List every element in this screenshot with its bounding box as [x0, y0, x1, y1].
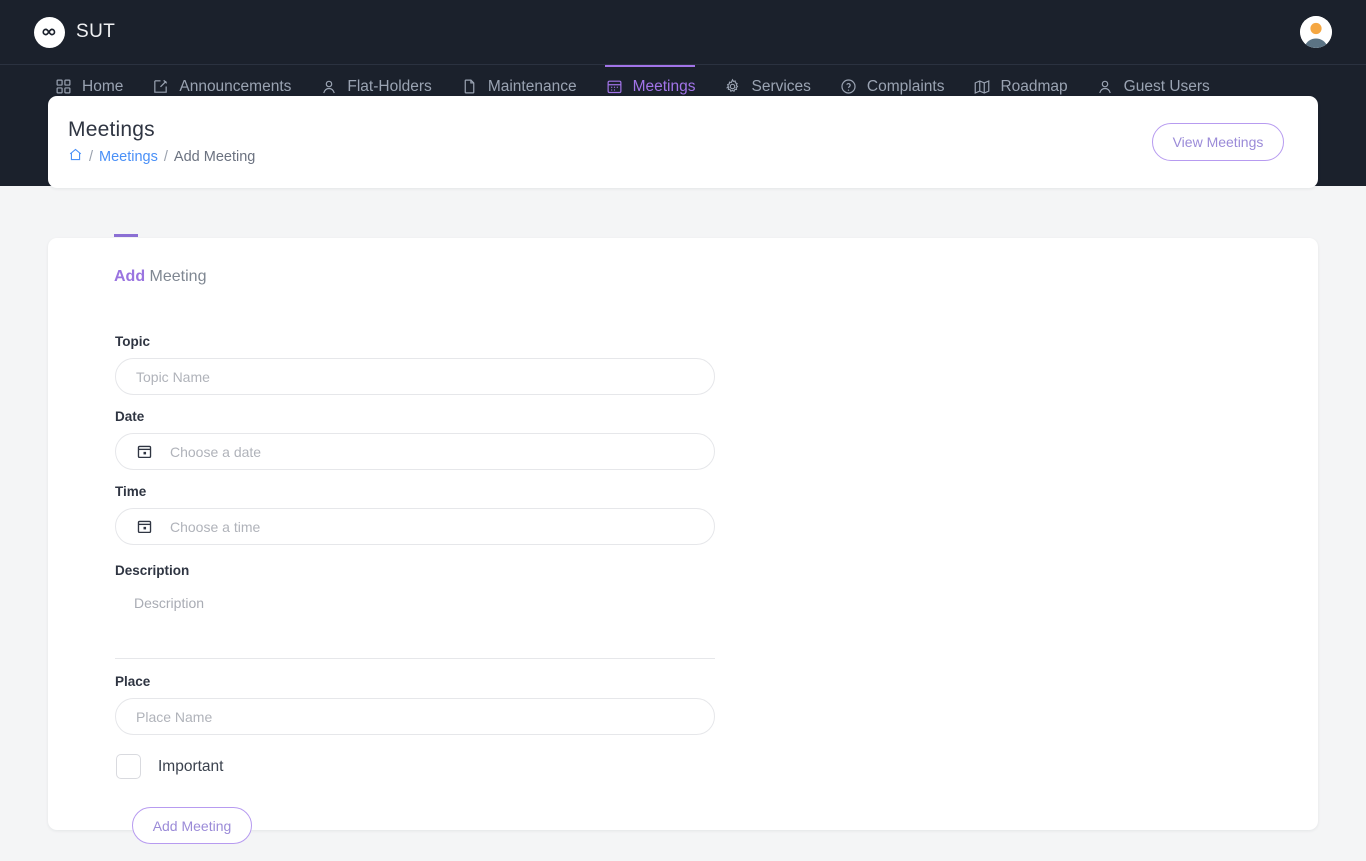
document-icon: [460, 77, 479, 96]
description-label: Description: [115, 563, 190, 578]
add-meeting-submit-button[interactable]: Add Meeting: [132, 807, 252, 844]
view-meetings-button[interactable]: View Meetings: [1152, 123, 1284, 161]
page-header-card: Meetings / Meetings / Add Meeting View M…: [48, 96, 1318, 188]
breadcrumb-separator-1: /: [89, 148, 94, 165]
nav-item-label: Roadmap: [1000, 77, 1068, 95]
field-group-date: Date: [115, 409, 715, 470]
add-meeting-card: Add Meeting Topic Date: [48, 234, 1318, 844]
breadcrumb-current: Add Meeting: [173, 148, 256, 165]
add-meeting-form: Topic Date Time: [115, 334, 715, 844]
map-icon: [972, 77, 991, 96]
field-group-time: Time: [115, 484, 715, 545]
page-title: Meetings: [68, 118, 155, 141]
nav-item-label: Maintenance: [487, 77, 577, 95]
brand-name: SUT: [76, 21, 116, 42]
description-textarea[interactable]: [115, 587, 715, 659]
form-heading-accent: Add: [114, 268, 146, 285]
nav-item-label: Home: [82, 77, 124, 95]
form-heading: Add Meeting: [114, 268, 1298, 286]
home-icon[interactable]: [68, 147, 83, 166]
topic-label: Topic: [115, 334, 150, 349]
accent-line: [114, 234, 138, 237]
edit-square-icon: [151, 77, 170, 96]
place-input-wrapper[interactable]: [115, 698, 715, 735]
description-input-wrapper[interactable]: [115, 587, 715, 664]
calendar-icon[interactable]: [136, 443, 153, 460]
infinity-icon: [34, 16, 65, 48]
topic-input[interactable]: [136, 368, 694, 385]
nav-item-label: Guest Users: [1123, 77, 1210, 95]
breadcrumb-link-meetings[interactable]: Meetings: [99, 149, 158, 165]
top-bar: SUT: [0, 0, 1366, 65]
field-group-topic: Topic: [115, 334, 715, 395]
field-group-place: Place: [115, 674, 715, 735]
active-tab-indicator: [604, 65, 696, 67]
breadcrumb-separator-2: /: [163, 148, 168, 165]
important-checkbox[interactable]: [116, 754, 141, 779]
time-label: Time: [115, 484, 147, 499]
time-input[interactable]: [170, 518, 694, 535]
place-label: Place: [115, 674, 151, 689]
important-checkbox-row: Important: [116, 754, 715, 779]
calendar-icon: [605, 77, 624, 96]
time-input-wrapper[interactable]: [115, 508, 715, 545]
grid-icon: [54, 77, 73, 96]
nav-item-label: Announcements: [179, 77, 292, 95]
important-label: Important: [158, 757, 224, 775]
nav-item-label: Services: [751, 77, 811, 95]
help-circle-icon: [839, 77, 858, 96]
date-input-wrapper[interactable]: [115, 433, 715, 470]
nav-item-label: Flat-Holders: [347, 77, 432, 95]
user-avatar-icon[interactable]: [1300, 16, 1332, 48]
user-icon: [1096, 77, 1115, 96]
brand[interactable]: SUT: [34, 16, 116, 48]
breadcrumb: / Meetings / Add Meeting: [68, 147, 255, 166]
page-header-text: Meetings / Meetings / Add Meeting: [68, 118, 255, 166]
nav-item-label: Meetings: [632, 77, 696, 95]
nav-item-label: Complaints: [866, 77, 945, 95]
topic-input-wrapper[interactable]: [115, 358, 715, 395]
gear-icon: [723, 77, 742, 96]
users-icon: [319, 77, 338, 96]
place-input[interactable]: [136, 708, 694, 725]
date-label: Date: [115, 409, 145, 424]
form-heading-rest: Meeting: [145, 268, 207, 285]
calendar-icon[interactable]: [136, 518, 153, 535]
field-group-description: Description: [115, 563, 715, 664]
date-input[interactable]: [170, 443, 694, 460]
